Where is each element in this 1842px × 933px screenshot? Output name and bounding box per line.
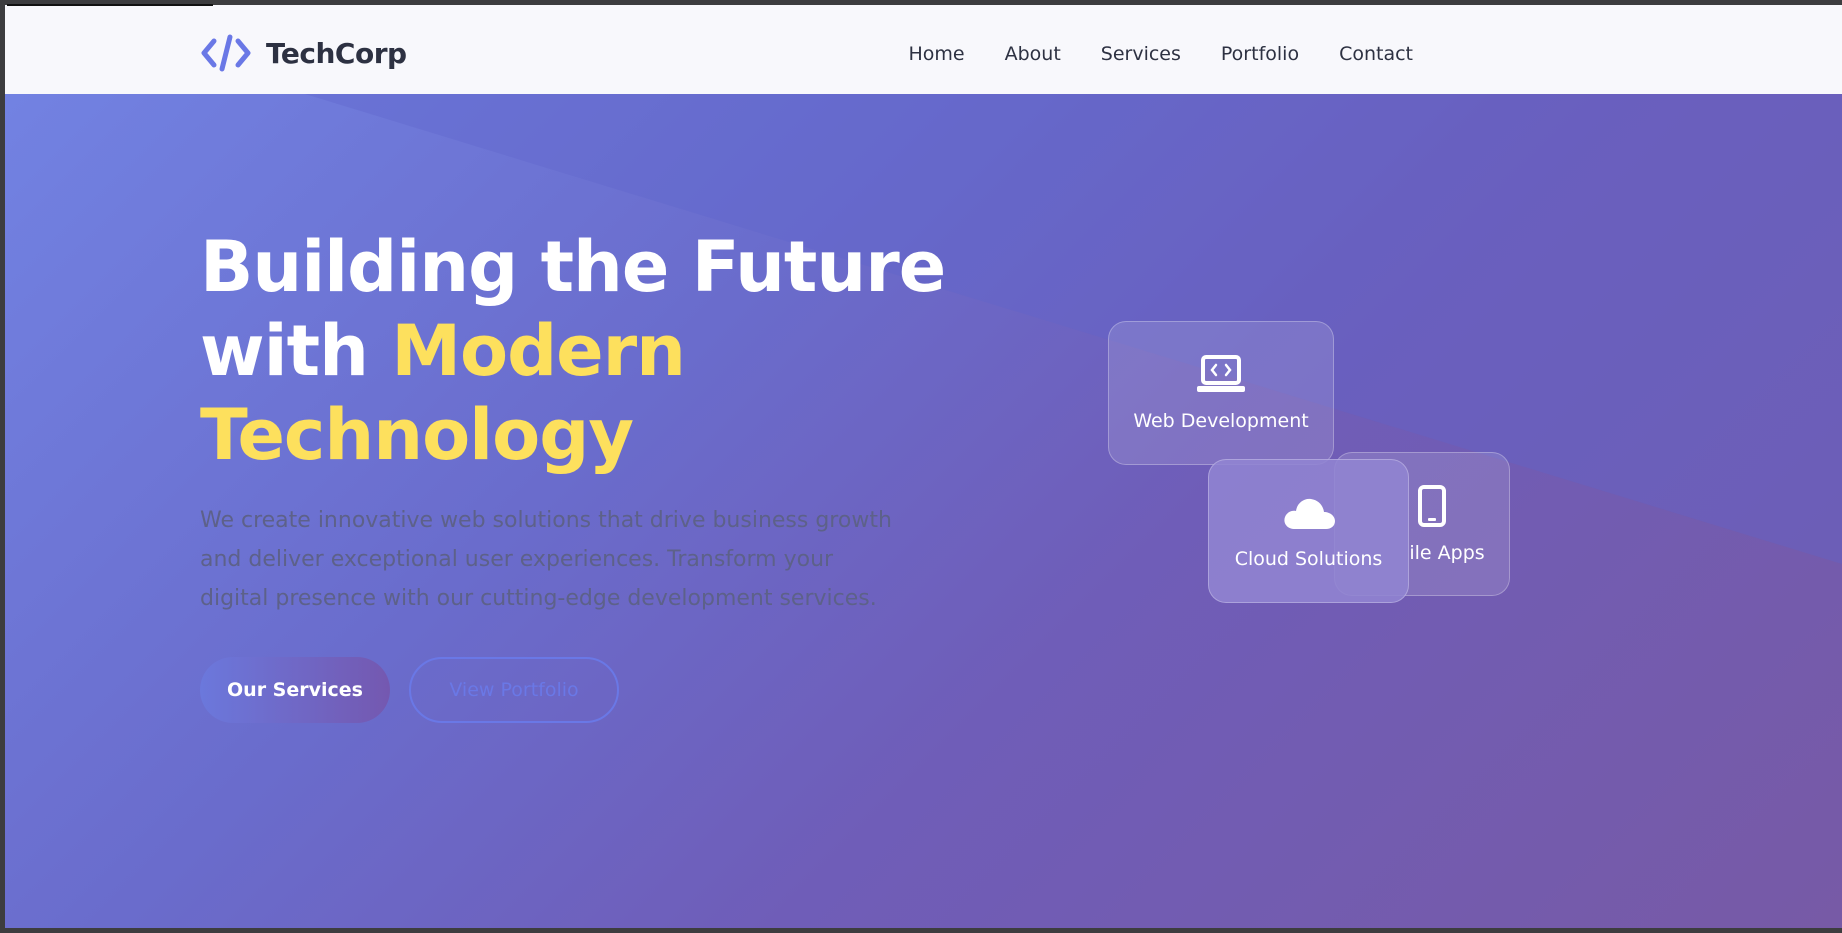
hero-title-accent-technology: Technology xyxy=(200,394,634,476)
hero-title-plain: with xyxy=(200,310,392,392)
view-portfolio-button[interactable]: View Portfolio xyxy=(409,657,619,723)
mobile-apps-label: ile Apps xyxy=(1409,541,1485,564)
mobile-phone-icon xyxy=(1417,484,1447,532)
cloud-solutions-label: Cloud Solutions xyxy=(1234,547,1383,570)
nav-contact[interactable]: Contact xyxy=(1339,43,1413,65)
nav-services[interactable]: Services xyxy=(1101,43,1181,65)
brand-logo[interactable]: TechCorp xyxy=(200,33,407,73)
cloud-icon xyxy=(1281,493,1337,538)
hero-title: Building the Future with Modern Technolo… xyxy=(200,225,1000,477)
cloud-solutions-card[interactable]: Cloud Solutions xyxy=(1208,459,1409,603)
nav-home[interactable]: Home xyxy=(908,43,964,65)
window-top-edge xyxy=(7,4,213,6)
nav-about[interactable]: About xyxy=(1005,43,1061,65)
web-development-label: Web Development xyxy=(1133,409,1309,432)
hero-section: Building the Future with Modern Technolo… xyxy=(5,94,1842,928)
web-development-card[interactable]: Web Development xyxy=(1108,321,1334,465)
our-services-button[interactable]: Our Services xyxy=(200,657,390,723)
browser-viewport: TechCorp Home About Services Portfolio C… xyxy=(5,5,1842,928)
hero-description: We create innovative web solutions that … xyxy=(200,508,892,611)
nav-portfolio[interactable]: Portfolio xyxy=(1221,43,1299,65)
hero-title-accent-modern: Modern xyxy=(391,310,686,392)
hero-title-line1: Building the Future xyxy=(200,226,946,308)
brand-name: TechCorp xyxy=(266,36,407,70)
code-brackets-icon xyxy=(200,33,252,73)
main-nav: Home About Services Portfolio Contact xyxy=(908,43,1413,65)
laptop-code-icon xyxy=(1195,354,1247,400)
site-header: TechCorp Home About Services Portfolio C… xyxy=(5,5,1842,94)
